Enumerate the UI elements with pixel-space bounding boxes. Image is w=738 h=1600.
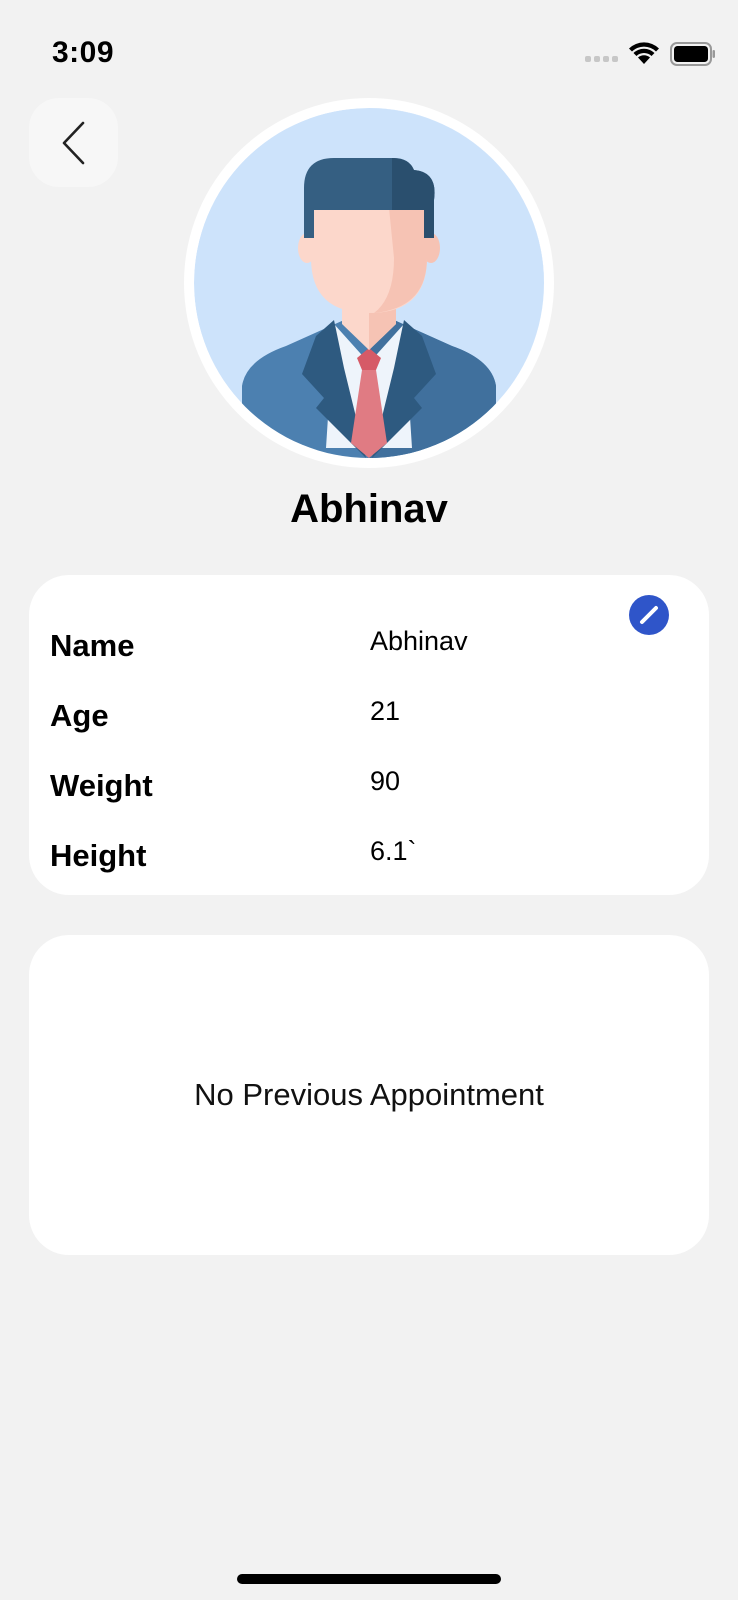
detail-value: 90 (370, 766, 401, 796)
back-button[interactable] (29, 98, 118, 187)
detail-label: Weight (50, 768, 153, 803)
detail-label: Height (50, 838, 147, 873)
person-avatar-icon (194, 108, 544, 458)
signal-icon (585, 56, 618, 62)
detail-row-age: Age 21 (50, 696, 690, 738)
detail-row-name: Name Abhinav (50, 626, 690, 668)
detail-row-height: Height 6.1` (50, 836, 690, 878)
detail-row-weight: Weight 90 (50, 766, 690, 808)
avatar (184, 98, 554, 468)
detail-value: 6.1` (370, 836, 417, 866)
detail-value: 21 (370, 696, 401, 726)
detail-label: Name (50, 628, 135, 663)
empty-appointments-text: No Previous Appointment (194, 1077, 544, 1112)
home-indicator[interactable] (237, 1574, 501, 1584)
details-card: Name Abhinav Age 21 Weight 90 Height 6.1… (29, 575, 709, 895)
chevron-left-icon (62, 121, 84, 164)
status-time: 3:09 (52, 36, 115, 69)
battery-icon (670, 42, 715, 66)
detail-label: Age (50, 698, 109, 733)
wifi-icon (629, 42, 659, 64)
detail-value: Abhinav (370, 626, 468, 656)
pencil-icon (640, 606, 658, 624)
status-bar: 3:09 (0, 0, 738, 100)
appointments-card: No Previous Appointment (29, 935, 709, 1255)
profile-name: Abhinav (290, 487, 448, 531)
